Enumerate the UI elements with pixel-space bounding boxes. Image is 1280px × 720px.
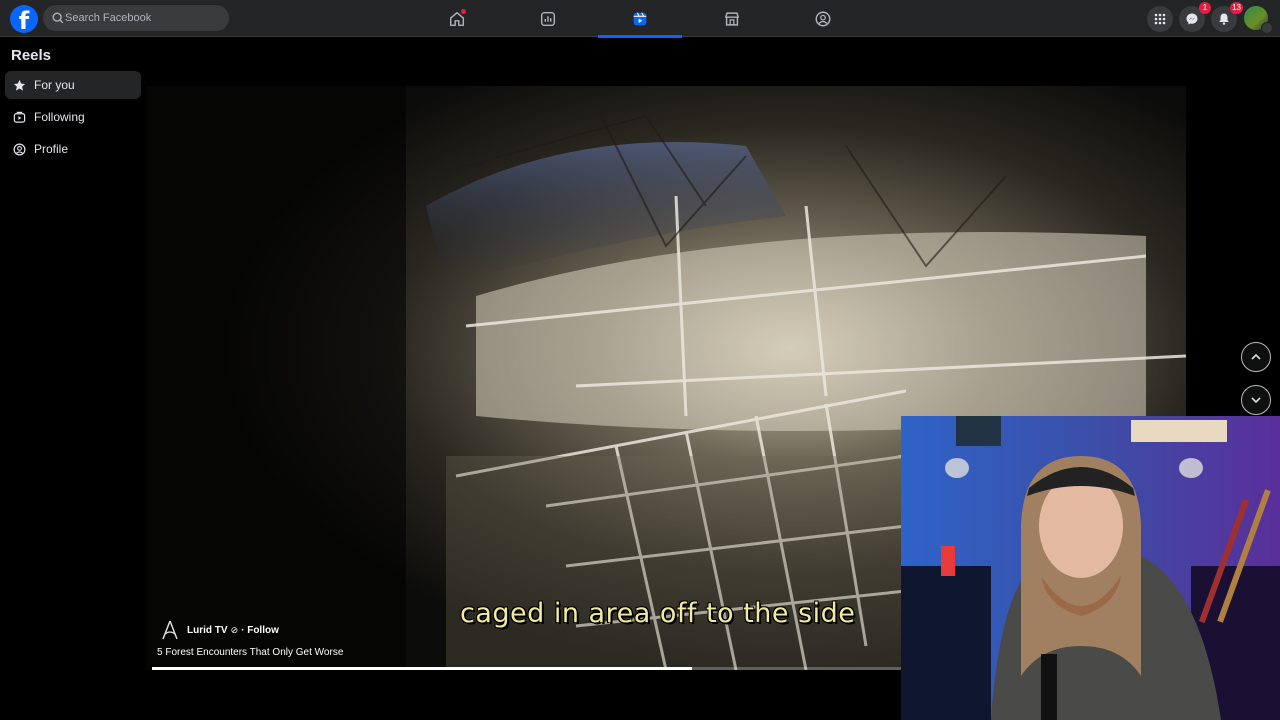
chevron-down-icon xyxy=(1251,397,1261,404)
messenger-icon xyxy=(1186,13,1198,25)
account-chevron-icon[interactable] xyxy=(1261,22,1273,34)
sidebar-item-profile[interactable]: Profile xyxy=(5,135,141,163)
chevron-up-icon xyxy=(1251,353,1261,360)
reel-description: 5 Forest Encounters That Only Get Worse xyxy=(157,647,344,658)
author-avatar[interactable] xyxy=(159,619,181,641)
search-input[interactable] xyxy=(65,5,225,31)
tab-groups[interactable] xyxy=(781,0,865,37)
previous-reel-button[interactable] xyxy=(1241,342,1271,372)
following-icon xyxy=(13,111,26,123)
tab-pages[interactable] xyxy=(506,0,590,37)
next-reel-button[interactable] xyxy=(1241,385,1271,415)
star-icon xyxy=(13,79,26,91)
messenger-badge: 1 xyxy=(1199,2,1211,14)
sidebar-item-following[interactable]: Following xyxy=(5,103,141,131)
video-progress-bar[interactable] xyxy=(152,667,902,670)
grid-menu-icon xyxy=(1154,13,1166,25)
home-notification-dot xyxy=(461,9,466,14)
facebook-logo-icon[interactable]: f xyxy=(10,5,38,33)
reel-author: Lurid TV ⊘ · Follow xyxy=(159,619,279,641)
sidebar-item-label: Profile xyxy=(34,142,69,156)
follow-button[interactable]: · Follow xyxy=(241,625,279,636)
sidebar-item-label: For you xyxy=(34,78,75,92)
tab-home[interactable] xyxy=(415,0,499,37)
search-icon xyxy=(52,12,64,24)
video-caption: caged in area off to the side xyxy=(460,598,856,629)
pages-icon xyxy=(540,11,556,26)
page-title: Reels xyxy=(11,47,52,64)
verified-badge-icon: ⊘ xyxy=(230,624,239,635)
tab-reels[interactable] xyxy=(598,0,682,38)
tab-marketplace[interactable] xyxy=(690,0,774,37)
sidebar-item-label: Following xyxy=(34,110,85,124)
author-name[interactable]: Lurid TV xyxy=(187,625,228,636)
video-progress-fill xyxy=(152,667,692,670)
groups-icon xyxy=(815,11,831,26)
messenger-button[interactable]: 1 xyxy=(1179,2,1211,32)
sidebar-item-for-you[interactable]: For you xyxy=(5,71,141,99)
reels-icon xyxy=(633,11,647,25)
streamer-webcam-image xyxy=(901,416,1280,720)
webcam-overlay xyxy=(901,416,1280,720)
notifications-badge: 13 xyxy=(1230,2,1243,14)
top-navigation-bar: f 1 13 xyxy=(0,0,1280,38)
profile-icon xyxy=(13,143,26,155)
menu-button[interactable] xyxy=(1147,6,1173,32)
notifications-button[interactable]: 13 xyxy=(1211,2,1243,32)
marketplace-icon xyxy=(724,11,740,26)
search-box[interactable] xyxy=(43,5,229,31)
bell-icon xyxy=(1219,13,1229,25)
